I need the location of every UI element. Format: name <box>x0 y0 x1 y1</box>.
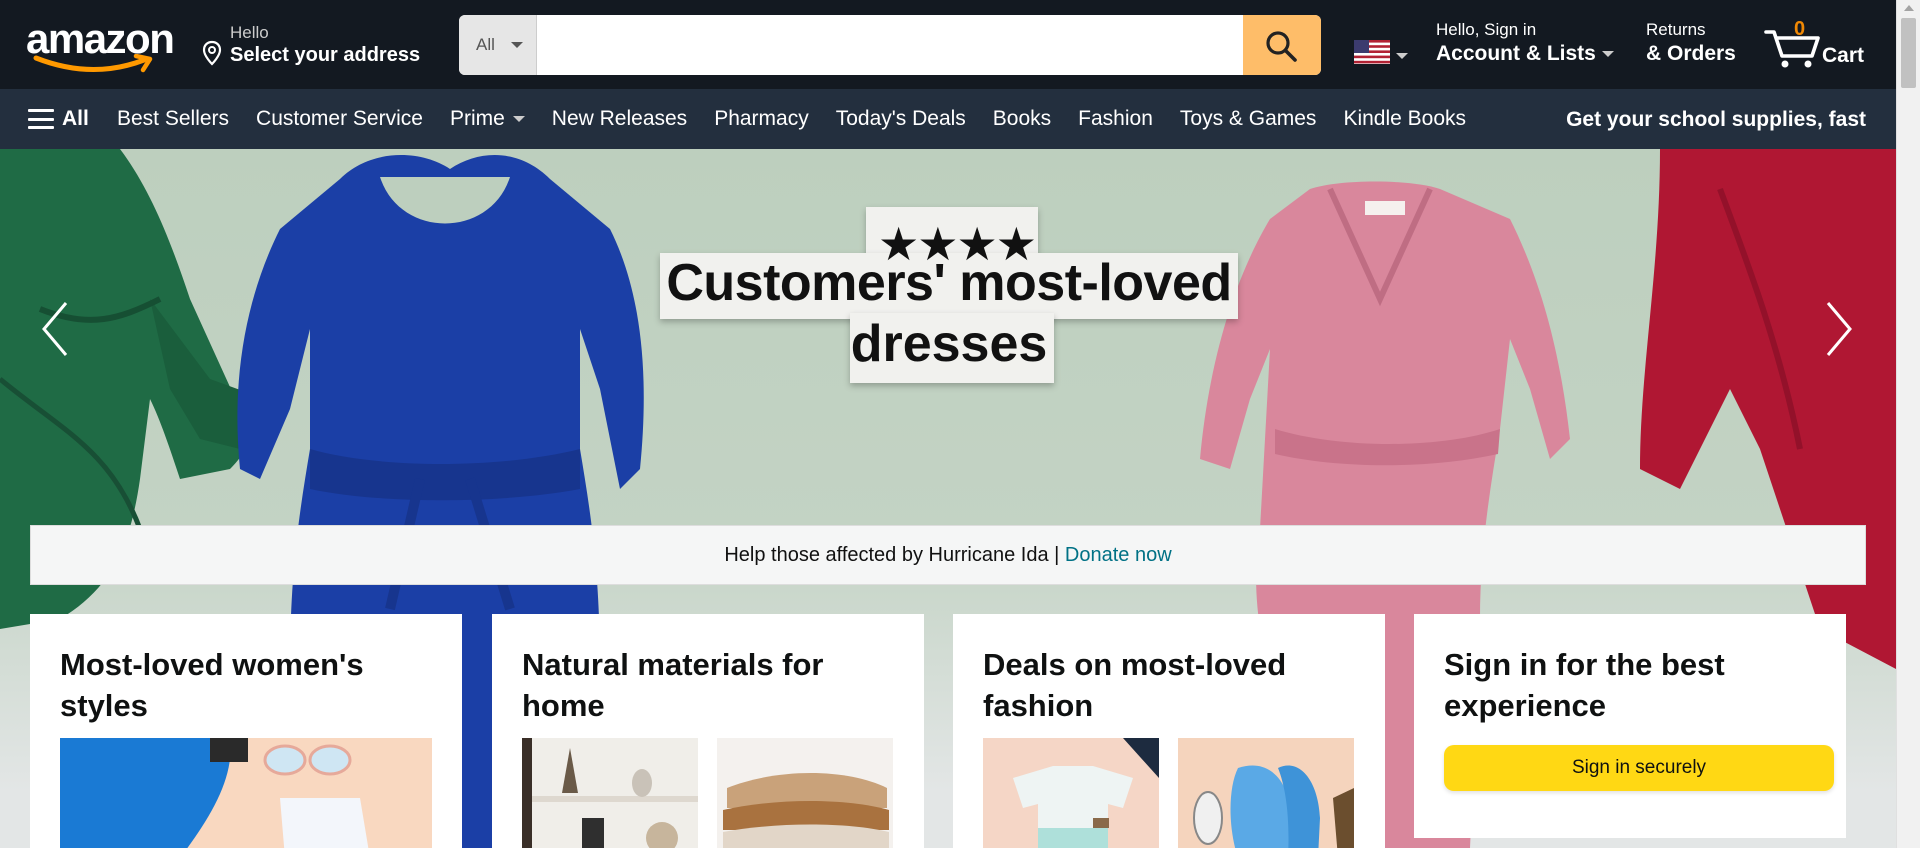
donation-text: Help those affected by Hurricane Ida | <box>724 544 1065 566</box>
chevron-down-icon[interactable] <box>1396 53 1408 59</box>
scroll-up-icon[interactable] <box>1904 5 1914 11</box>
card-title: Sign in for the best experience <box>1444 647 1725 723</box>
nav-item-new-releases[interactable]: New Releases <box>552 107 687 131</box>
nav-item-books[interactable]: Books <box>993 107 1051 131</box>
nav-item-label: Toys & Games <box>1179 107 1317 130</box>
nav-promo-link[interactable]: Get your school supplies, fast <box>1566 108 1866 132</box>
search-input[interactable] <box>537 15 1243 75</box>
knit-sweaters-image[interactable] <box>717 738 893 848</box>
card-title: Most-loved women's styles <box>60 647 364 723</box>
returns-label: Returns <box>1646 20 1706 39</box>
nav-item-pharmacy[interactable]: Pharmacy <box>714 107 809 131</box>
donation-banner: Help those affected by Hurricane Ida | D… <box>30 525 1866 585</box>
top-header: amazon Hello Select your address All Hel… <box>0 0 1896 89</box>
account-and-lists[interactable]: Hello, Sign in Account & Lists <box>1436 20 1614 66</box>
hero-title-line1: Customers' most-loved <box>666 254 1232 312</box>
search-category-label: All <box>476 35 495 54</box>
hero-carousel: ★★★★ Customers' most-loved dresses Help … <box>0 149 1896 848</box>
kids-tshirt-image[interactable] <box>983 738 1159 848</box>
smile-arrow-icon <box>33 54 153 73</box>
nav-item-label: Books <box>992 107 1052 130</box>
hero-headline: ★★★★ Customers' most-loved dresses <box>660 207 1238 391</box>
womens-styles-image[interactable] <box>60 738 432 848</box>
carousel-next-icon[interactable] <box>1822 299 1856 359</box>
scroll-thumb[interactable] <box>1901 18 1916 88</box>
sneakers-image[interactable] <box>1178 738 1354 848</box>
nav-item-best-sellers[interactable]: Best Sellers <box>117 107 229 131</box>
card-title: Natural materials for home <box>522 647 824 723</box>
carousel-prev-icon[interactable] <box>38 299 72 359</box>
nav-item-prime[interactable]: Prime <box>450 107 525 131</box>
amazon-logo[interactable]: amazon <box>26 18 175 74</box>
card-fashion-deals[interactable]: Deals on most-loved fashion <box>953 614 1385 848</box>
address-prompt: Select your address <box>230 44 421 66</box>
orders-label: & Orders <box>1646 42 1736 65</box>
scrollbar[interactable] <box>1896 0 1920 848</box>
nav-item-label: Pharmacy <box>714 107 809 130</box>
chevron-down-icon <box>511 42 523 48</box>
search-category-dropdown[interactable]: All <box>459 15 537 75</box>
nav-bar: All Best Sellers Customer Service Prime New… <box>0 89 1896 149</box>
cart-label: Cart <box>1822 44 1865 67</box>
nav-links: Best Sellers Customer Service Prime New Rel… <box>117 89 1493 149</box>
location-pin-icon <box>202 40 222 66</box>
nav-item-kindle-books[interactable]: Kindle Books <box>1343 107 1466 131</box>
home-shelf-image[interactable] <box>522 738 698 848</box>
chevron-down-icon <box>512 116 525 122</box>
nav-item-label: Fashion <box>1078 107 1153 130</box>
hero-title-line2: dresses <box>850 315 1048 373</box>
search-button[interactable] <box>1243 15 1321 75</box>
card-natural-materials[interactable]: Natural materials for home <box>492 614 924 848</box>
cart-count: 0 <box>1794 18 1806 40</box>
nav-item-label: Best Sellers <box>117 107 230 130</box>
chevron-down-icon <box>1601 51 1614 58</box>
account-lists-label: Account & Lists <box>1436 42 1596 65</box>
red-dress-image <box>1640 149 1896 669</box>
search-bar: All <box>459 15 1321 75</box>
donate-now-link[interactable]: Donate now <box>1065 544 1172 566</box>
all-menu-button[interactable]: All <box>28 89 89 149</box>
nav-item-today-s-deals[interactable]: Today's Deals <box>836 107 966 131</box>
sign-in-securely-button[interactable]: Sign in securely <box>1444 745 1834 791</box>
card-title: Deals on most-loved fashion <box>983 647 1287 723</box>
sign-in-greeting: Hello, Sign in <box>1436 20 1537 39</box>
nav-item-label: Customer Service <box>256 107 423 130</box>
returns-and-orders[interactable]: Returns & Orders <box>1646 20 1736 66</box>
card-womens-styles[interactable]: Most-loved women's styles <box>30 614 462 848</box>
nav-item-label: Kindle Books <box>1343 107 1467 130</box>
nav-item-customer-service[interactable]: Customer Service <box>256 107 423 131</box>
us-flag-icon[interactable] <box>1354 40 1390 64</box>
address-greeting: Hello <box>230 23 269 42</box>
cart-icon <box>1764 30 1820 68</box>
nav-item-label: Today's Deals <box>835 107 966 130</box>
search-icon <box>1266 31 1297 62</box>
hamburger-icon <box>28 109 54 129</box>
nav-item-label: New Releases <box>551 107 688 130</box>
nav-item-toys-games[interactable]: Toys & Games <box>1180 107 1317 131</box>
nav-item-label: Prime <box>449 107 505 130</box>
cart-button[interactable]: 0 Cart <box>1764 18 1880 72</box>
nav-item-fashion[interactable]: Fashion <box>1078 107 1153 131</box>
all-menu-label: All <box>62 107 89 130</box>
card-sign-in: Sign in for the best experience Sign in … <box>1414 614 1846 838</box>
